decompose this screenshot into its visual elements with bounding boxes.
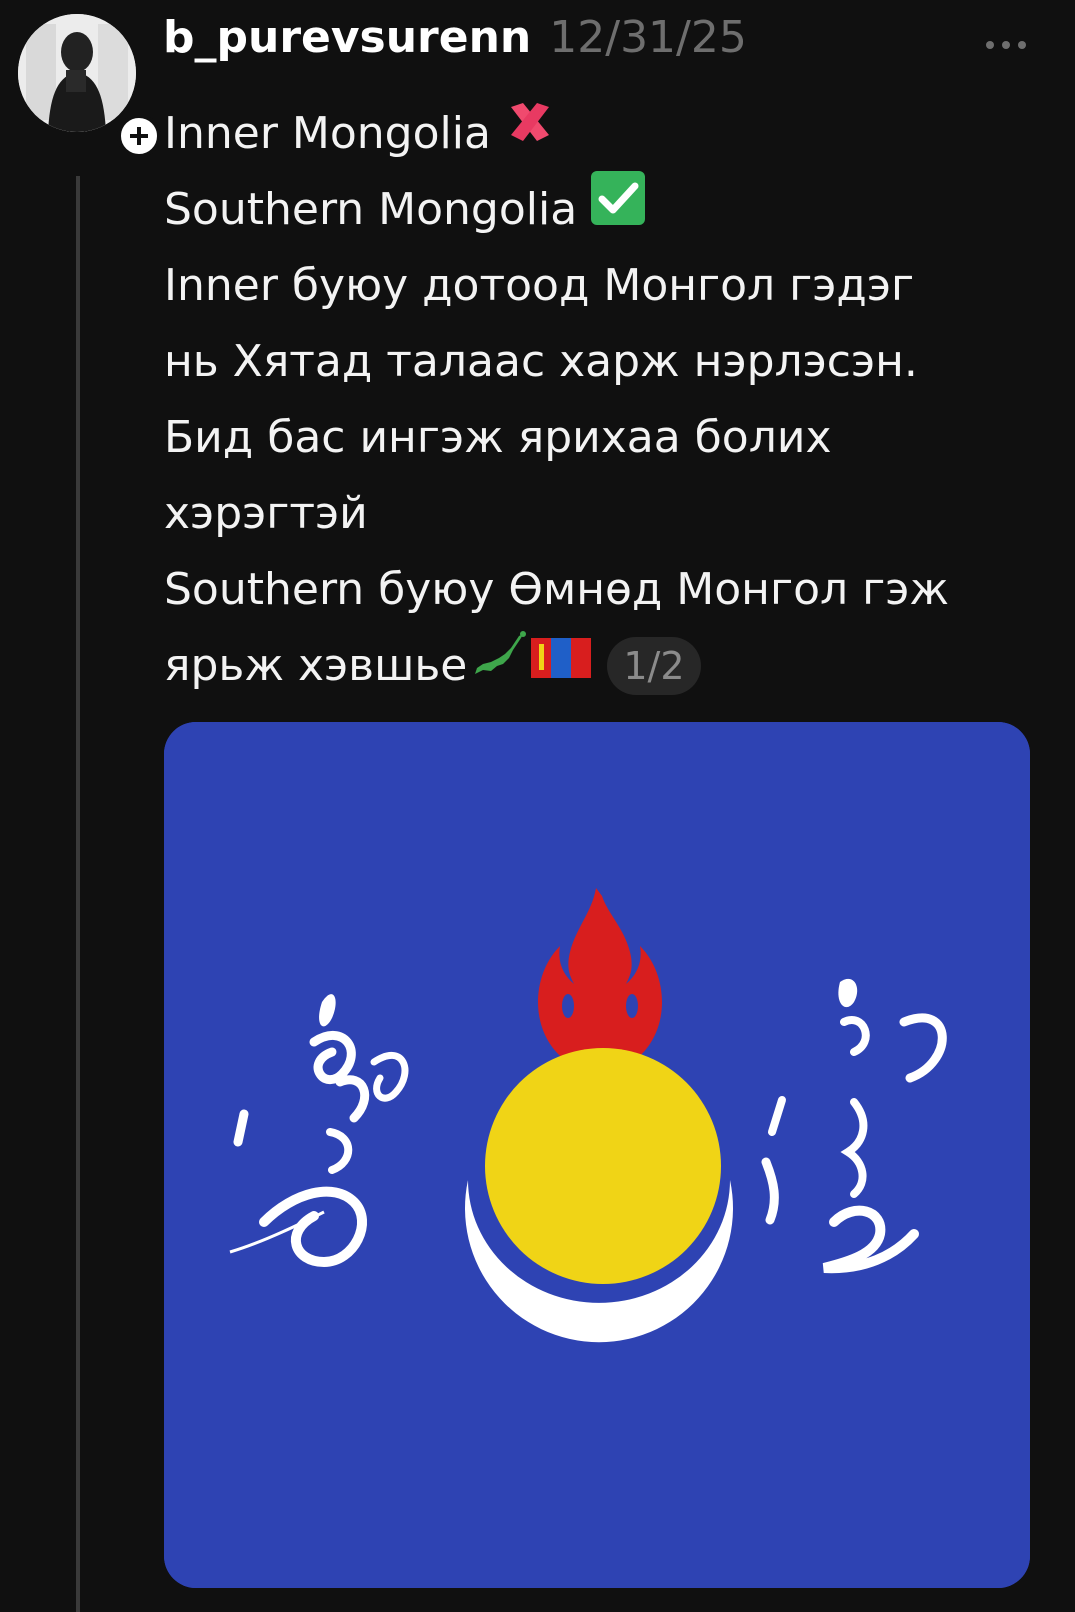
post-line: нь Хятад талаас харж нэрлэсэн.: [164, 324, 1044, 400]
media-page-indicator: 1/2: [607, 637, 701, 695]
post-header: b_purevsurenn 12/31/25: [163, 12, 747, 76]
check-mark-icon: [589, 169, 647, 251]
post-image[interactable]: [164, 722, 1030, 1588]
post-line: ярьж хэвшье 1/2: [164, 628, 1044, 704]
timestamp: 12/31/25: [549, 12, 747, 63]
post-line: Inner буюу дотоод Монгол гэдэг: [164, 248, 1044, 324]
post-line: Southern буюу Өмнөд Монгол гэж: [164, 552, 1044, 628]
post-line-text: Inner буюу дотоод Монгол гэдэг: [164, 260, 915, 311]
post-line-text: Southern Mongolia: [164, 184, 578, 235]
post-line-text: нь Хятад талаас харж нэрлэсэн.: [164, 336, 918, 387]
japan-map-icon: [471, 628, 527, 704]
plus-icon: [130, 127, 148, 145]
mongolia-flag-icon: [531, 628, 592, 704]
thread-line: [76, 176, 80, 1612]
post-line-text: Southern буюу Өмнөд Монгол гэж: [164, 564, 949, 615]
post-line: Inner Mongolia: [164, 96, 1044, 172]
flag-image: [164, 722, 1030, 1588]
post-line-text: Inner Mongolia: [164, 108, 491, 159]
post-line-text: ярьж хэвшье: [164, 640, 468, 691]
more-horizontal-icon: [986, 41, 1026, 49]
post-line: Southern Mongolia: [164, 169, 1044, 251]
avatar[interactable]: [18, 14, 161, 158]
username[interactable]: b_purevsurenn: [163, 12, 531, 63]
post-line-text: Бид бас ингэж ярихаа болих: [164, 412, 832, 463]
cross-mark-icon: [503, 95, 557, 173]
post-line: Бид бас ингэж ярихаа болих: [164, 400, 1044, 476]
more-options-button[interactable]: [983, 30, 1029, 60]
post-body: Inner Mongolia Southern Mongolia Inner б…: [164, 96, 1044, 704]
avatar-photo: [18, 14, 136, 132]
post-line-text: хэрэгтэй: [164, 488, 368, 539]
follow-button[interactable]: [117, 114, 161, 158]
post-line: хэрэгтэй: [164, 476, 1044, 552]
